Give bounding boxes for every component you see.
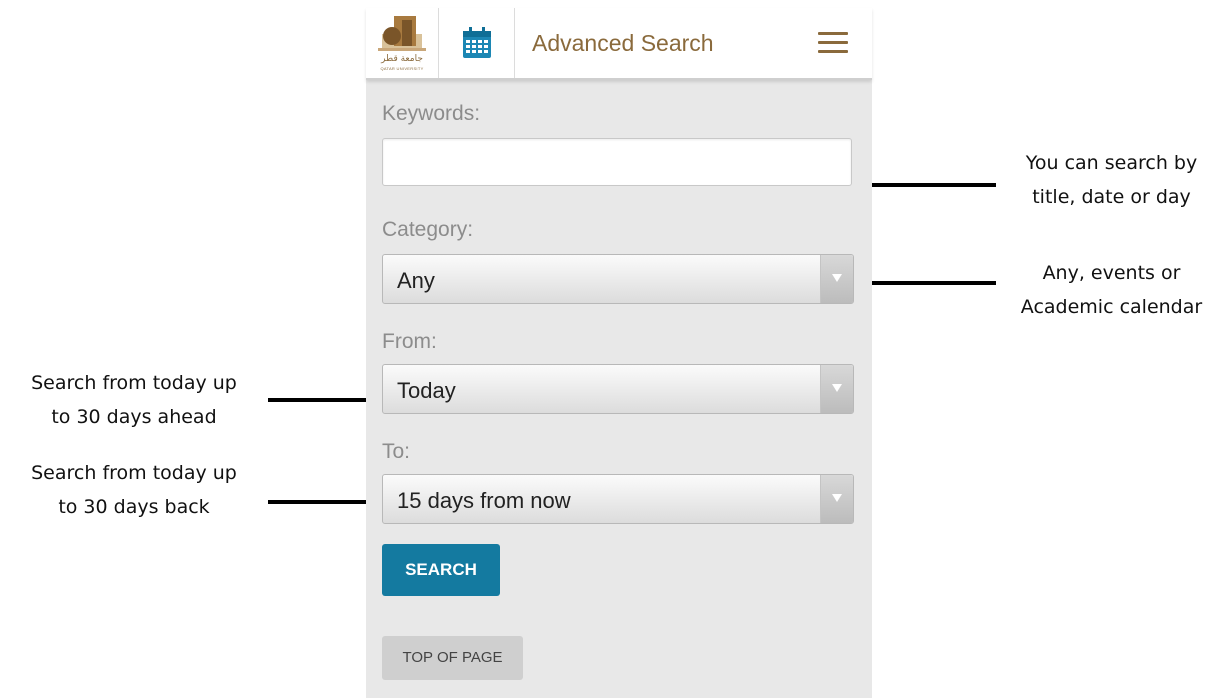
from-annotation: Search from today up to 30 days ahead [4, 366, 264, 434]
category-leader-line [872, 281, 996, 285]
category-annotation-line2: Academic calendar [1020, 296, 1203, 318]
header-bar: جامعة قطر QATAR UNIVERSITY Advanced Sear… [366, 8, 872, 80]
from-select[interactable]: Today [382, 364, 854, 414]
to-annotation-line2: to 30 days back [58, 496, 210, 518]
from-selected-value: Today [397, 378, 456, 403]
to-annotation-line1: Search from today up [31, 462, 237, 484]
calendar-button[interactable] [438, 8, 515, 78]
keywords-annotation: You can search by title, date or day [996, 146, 1227, 214]
search-button[interactable]: SEARCH [382, 544, 500, 596]
dropdown-arrow-icon [820, 475, 853, 523]
logo-arabic-text: جامعة قطر [381, 54, 423, 64]
from-annotation-line1: Search from today up [31, 372, 237, 394]
dropdown-arrow-icon [820, 255, 853, 303]
from-label: From: [382, 330, 437, 353]
qatar-university-logo[interactable]: جامعة قطر QATAR UNIVERSITY [366, 8, 439, 78]
category-annotation: Any, events or Academic calendar [996, 256, 1227, 324]
to-label: To: [382, 440, 411, 463]
top-of-page-button[interactable]: TOP OF PAGE [382, 636, 523, 680]
logo-english-text: QATAR UNIVERSITY [380, 66, 424, 71]
to-annotation: Search from today up to 30 days back [4, 456, 264, 524]
keywords-leader-line [872, 183, 996, 187]
to-select[interactable]: 15 days from now [382, 474, 854, 524]
dropdown-arrow-icon [820, 365, 853, 413]
keywords-annotation-line2: title, date or day [1032, 186, 1191, 208]
keywords-annotation-line1: You can search by [1025, 152, 1198, 174]
keywords-label: Keywords: [382, 102, 481, 125]
category-annotation-line1: Any, events or [1042, 262, 1181, 284]
category-select[interactable]: Any [382, 254, 854, 304]
category-label: Category: [382, 218, 474, 241]
hamburger-menu-icon[interactable] [818, 32, 848, 54]
logo-emblem-icon [378, 16, 426, 51]
mobile-page: جامعة قطر QATAR UNIVERSITY Advanced Sear… [366, 8, 872, 698]
calendar-icon [463, 27, 491, 58]
category-selected-value: Any [397, 268, 435, 293]
to-selected-value: 15 days from now [397, 488, 571, 513]
page-title: Advanced Search [532, 30, 714, 56]
keywords-input[interactable] [382, 138, 852, 186]
from-annotation-line2: to 30 days ahead [51, 406, 217, 428]
to-leader-line [268, 500, 366, 504]
from-leader-line [268, 398, 366, 402]
